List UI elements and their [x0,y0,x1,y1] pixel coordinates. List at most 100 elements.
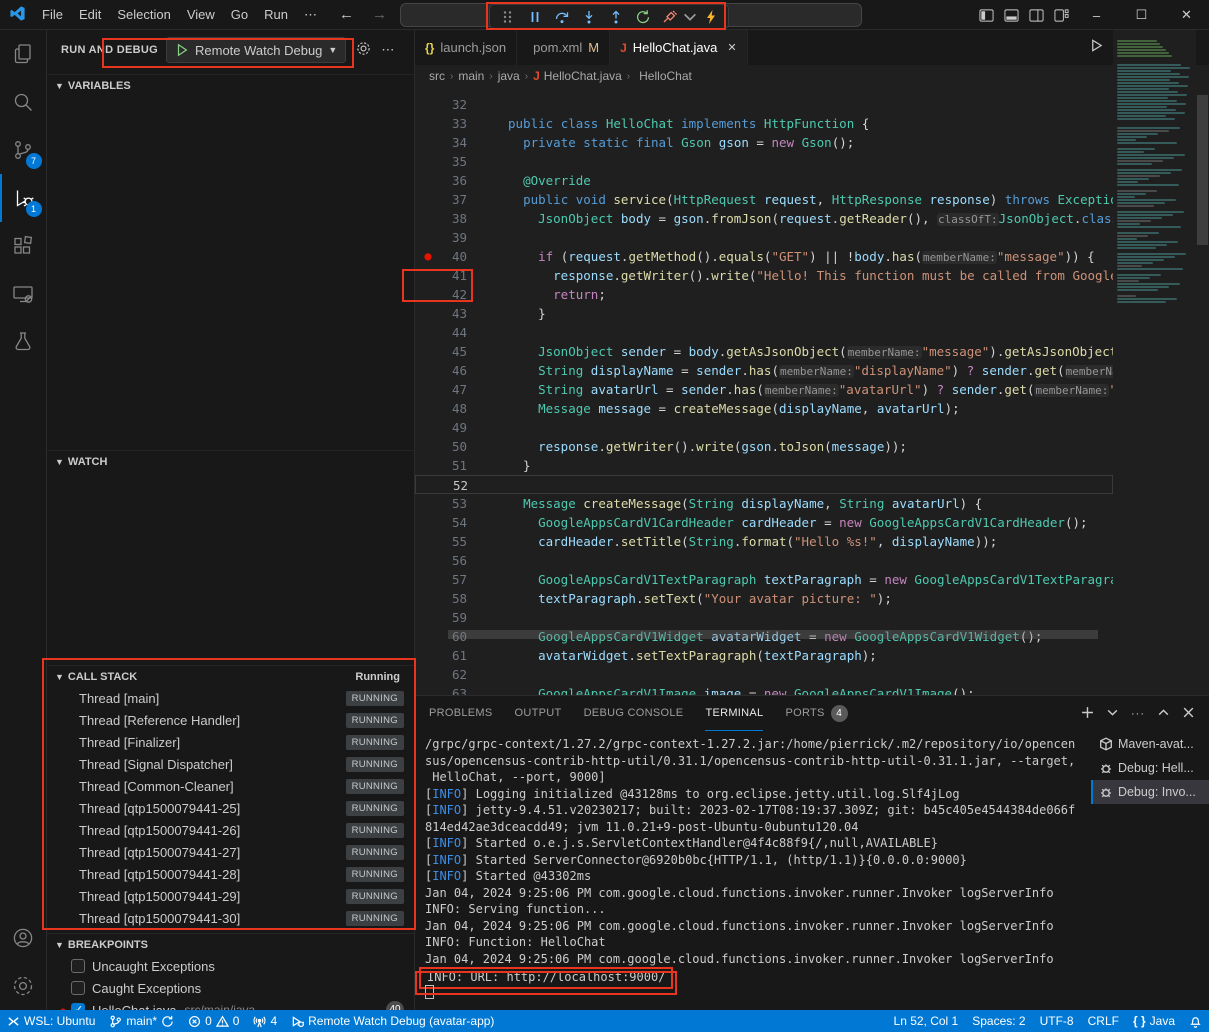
tab-hellochat-java[interactable]: JHelloChat.java✕ [610,30,747,65]
code-line[interactable]: 33public class HelloChat implements Http… [415,114,1113,133]
breakpoint-marker[interactable] [415,570,441,589]
activity-testing[interactable] [0,318,47,366]
watch-section-header[interactable]: ▼ WATCH [47,450,414,472]
activity-source-control[interactable]: 7 [0,126,47,174]
thread-row[interactable]: Thread [qtp1500079441-29]RUNNING [47,885,414,907]
toggle-secondary-sidebar-icon[interactable] [1029,8,1044,23]
code-line[interactable]: 58 textParagraph.setText("Your avatar pi… [415,589,1113,608]
breakpoint-checkbox[interactable] [71,959,85,973]
breakpoint-marker[interactable] [415,418,441,437]
code-line[interactable]: 49 [415,418,1113,437]
menu-run[interactable]: Run [256,0,296,30]
panel-tab-problems[interactable]: PROBLEMS [429,696,493,731]
restart-button[interactable] [629,5,656,29]
status-indentation[interactable]: Spaces: 2 [965,1010,1032,1032]
code-line[interactable]: 47 String avatarUrl = sender.has(memberN… [415,380,1113,399]
breakpoint-marker[interactable] [415,342,441,361]
back-arrow-icon[interactable]: ← [339,6,354,23]
vertical-scrollbar[interactable] [1196,30,1209,695]
chevron-down-button[interactable] [683,5,697,29]
code-line[interactable]: 41 response.getWriter().write("Hello! Th… [415,266,1113,285]
thread-row[interactable]: Thread [Signal Dispatcher]RUNNING [47,753,414,775]
terminal-output[interactable]: /grpc/grpc-context/1.27.2/grpc-context-1… [415,732,1091,1011]
code-line[interactable]: 36 @Override [415,171,1113,190]
breakpoint-marker[interactable] [415,323,441,342]
close-x-icon[interactable] [1182,706,1195,722]
activity-search[interactable] [0,78,47,126]
breakpoint-marker[interactable] [415,95,441,114]
code-line[interactable]: 55 cardHeader.setTitle(String.format("He… [415,532,1113,551]
code-line[interactable]: 32 [415,95,1113,114]
code-line[interactable]: 38 JsonObject body = gson.fromJson(reque… [415,209,1113,228]
menu-selection[interactable]: Selection [109,0,178,30]
code-line[interactable]: 63 GoogleAppsCardV1Image image = new Goo… [415,684,1113,695]
breakpoint-marker[interactable] [415,304,441,323]
code-line[interactable]: ●40 if (request.getMethod().equals("GET"… [415,247,1113,266]
toggle-sidebar-icon[interactable] [979,8,994,23]
maximize-button[interactable]: ☐ [1119,0,1164,30]
code-line[interactable]: 50 response.getWriter().write(gson.toJso… [415,437,1113,456]
breakpoint-marker[interactable] [415,380,441,399]
menu-file[interactable]: File [34,0,71,30]
panel-tab-debug-console[interactable]: DEBUG CONSOLE [584,696,684,731]
breakpoint-row[interactable]: Caught Exceptions [47,977,414,999]
breakpoint-marker[interactable] [415,532,441,551]
breakpoint-marker[interactable] [415,190,441,209]
customize-layout-icon[interactable] [1054,8,1069,23]
close-button[interactable]: ✕ [1164,0,1209,30]
code-line[interactable]: 42 return; [415,285,1113,304]
breakpoint-marker[interactable] [415,494,441,513]
minimize-button[interactable]: – [1074,0,1119,30]
variables-section-header[interactable]: ▼ VARIABLES [47,74,414,96]
disconnect-button[interactable] [656,5,683,29]
code-line[interactable]: 34 private static final Gson gson = new … [415,133,1113,152]
status-notifications[interactable] [1182,1010,1209,1032]
activity-extensions[interactable] [0,222,47,270]
menu-go[interactable]: Go [223,0,256,30]
call-stack-section-header[interactable]: ▼ CALL STACK Running [47,665,414,687]
breakpoint-marker[interactable] [415,665,441,684]
breakpoint-marker[interactable] [415,171,441,190]
activity-explorer[interactable] [0,30,47,78]
code-line[interactable]: 59 [415,608,1113,627]
breakpoint-marker[interactable] [415,551,441,570]
gear-icon[interactable] [356,41,371,59]
code-line[interactable]: 54 GoogleAppsCardV1CardHeader cardHeader… [415,513,1113,532]
thread-row[interactable]: Thread [qtp1500079441-27]RUNNING [47,841,414,863]
breadcrumb-item[interactable]: HelloChat [635,69,692,83]
more-actions-icon[interactable]: ⋯ [381,42,394,58]
breakpoint-marker[interactable] [415,456,441,475]
status-remote-indicator[interactable]: WSL: Ubuntu [0,1010,102,1032]
panel-tab-terminal[interactable]: TERMINAL [705,696,763,731]
breakpoint-marker[interactable] [415,589,441,608]
chevron-down[interactable] [1106,706,1119,722]
code-line[interactable]: 57 GoogleAppsCardV1TextParagraph textPar… [415,570,1113,589]
breakpoint-marker[interactable] [415,228,441,247]
activity-run-and-debug[interactable]: 1 [0,174,47,222]
pause-button[interactable] [521,5,548,29]
thread-row[interactable]: Thread [qtp1500079441-26]RUNNING [47,819,414,841]
code-line[interactable]: 44 [415,323,1113,342]
step-over-button[interactable] [548,5,575,29]
panel-tab-ports[interactable]: PORTS4 [785,696,847,731]
breakpoint-marker[interactable]: ● [415,247,441,266]
code-line[interactable]: 51 } [415,456,1113,475]
breakpoint-marker[interactable] [415,152,441,171]
code-line[interactable]: 52 [415,475,1113,494]
breakpoint-marker[interactable] [415,684,441,695]
breadcrumb-item[interactable]: java [498,69,520,83]
grip-button[interactable] [494,5,521,29]
thread-row[interactable]: Thread [qtp1500079441-28]RUNNING [47,863,414,885]
code-editor[interactable]: 3233public class HelloChat implements Ht… [415,87,1113,695]
horizontal-scrollbar[interactable] [448,630,1098,639]
step-into-button[interactable] [575,5,602,29]
thread-row[interactable]: Thread [Common-Cleaner]RUNNING [47,775,414,797]
breakpoint-marker[interactable] [415,266,441,285]
status-language-mode[interactable]: { }Java [1126,1010,1182,1032]
code-line[interactable]: 39 [415,228,1113,247]
status-debug-session[interactable]: Remote Watch Debug (avatar-app) [284,1010,501,1032]
breakpoint-marker[interactable] [415,646,441,665]
tab-pom-xml[interactable]: pom.xmlM [517,30,610,65]
breakpoint-marker[interactable] [415,133,441,152]
more-icon[interactable]: ··· [1131,708,1145,720]
